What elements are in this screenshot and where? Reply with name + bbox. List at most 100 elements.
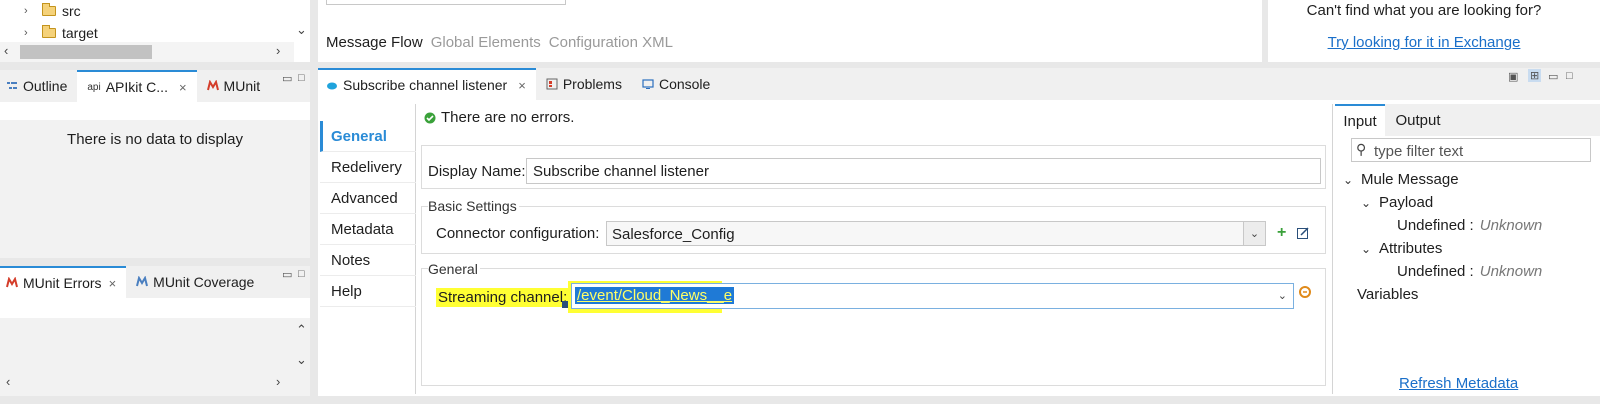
tab-munit-coverage[interactable]: MUnit Coverage bbox=[126, 266, 264, 298]
tab-label: Subscribe channel listener bbox=[343, 77, 508, 93]
scroll-up-icon[interactable]: ⌃ bbox=[296, 322, 307, 338]
maximize-icon[interactable]: □ bbox=[1566, 70, 1573, 82]
tab-console[interactable]: Console bbox=[632, 68, 720, 100]
connector-value: Salesforce_Config bbox=[612, 226, 735, 243]
outline-panel bbox=[0, 102, 310, 120]
close-icon[interactable]: × bbox=[518, 78, 526, 93]
tab-output[interactable]: Output bbox=[1385, 104, 1451, 136]
tab-outline[interactable]: Outline bbox=[0, 70, 77, 102]
tab-munit[interactable]: MUnit bbox=[197, 70, 271, 102]
minimize-icon[interactable]: ▭ bbox=[282, 268, 292, 281]
tree-payload[interactable]: ⌄ Payload bbox=[1361, 194, 1433, 211]
display-name-label: Display Name: bbox=[428, 163, 526, 180]
refresh-metadata-link[interactable]: Refresh Metadata bbox=[1399, 375, 1518, 392]
connector-label: Connector configuration: bbox=[436, 225, 600, 242]
munit-content: ⌃ ⌄ ‹ › bbox=[0, 318, 310, 396]
scroll-left-icon[interactable]: ‹ bbox=[4, 43, 8, 58]
tab-label: APIkit C... bbox=[105, 79, 168, 95]
minimize-icon[interactable]: ▭ bbox=[1548, 70, 1558, 83]
status-row: There are no errors. bbox=[424, 109, 574, 126]
tree-label: Mule Message bbox=[1361, 171, 1459, 188]
properties-tab-strip: Subscribe channel listener × Problems Co… bbox=[318, 68, 1600, 100]
tab-label: Problems bbox=[562, 76, 622, 92]
vertical-splitter[interactable] bbox=[310, 0, 318, 404]
streaming-channel-select[interactable]: /event/Cloud_News__e ⌄ bbox=[571, 283, 1294, 309]
console-icon bbox=[642, 79, 654, 89]
close-icon[interactable]: × bbox=[179, 80, 187, 95]
scroll-down-icon[interactable]: ⌄ bbox=[296, 22, 307, 38]
editor-tabs: Message Flow Global Elements Configurati… bbox=[326, 34, 673, 51]
streaming-channel-value: /event/Cloud_News__e bbox=[575, 287, 735, 304]
tree-item-src[interactable]: › src bbox=[24, 0, 81, 22]
chevron-right-icon[interactable]: › bbox=[24, 27, 36, 39]
project-explorer: › src › target ⌄ ‹ › bbox=[0, 0, 310, 62]
chevron-right-icon[interactable]: › bbox=[24, 5, 36, 17]
tree-attributes[interactable]: ⌄ Attributes bbox=[1361, 240, 1442, 257]
outline-icon bbox=[7, 82, 17, 89]
metadata-panel: Input Output ⚲ type filter text ⌄ Mule M… bbox=[1332, 104, 1600, 394]
scroll-down-icon[interactable]: ⌄ bbox=[296, 352, 307, 368]
save-icon[interactable]: ▣ bbox=[1508, 70, 1518, 83]
tab-label: MUnit bbox=[223, 78, 261, 94]
folder-icon bbox=[42, 25, 56, 38]
folder-icon bbox=[42, 3, 56, 16]
chevron-down-icon[interactable]: ⌄ bbox=[1243, 222, 1265, 245]
close-icon[interactable]: × bbox=[109, 276, 117, 291]
tree-mule-message[interactable]: ⌄ Mule Message bbox=[1343, 171, 1459, 188]
add-config-icon[interactable]: + bbox=[1277, 224, 1286, 242]
check-circle-icon bbox=[424, 112, 436, 123]
nav-help[interactable]: Help bbox=[320, 276, 416, 307]
munit-icon bbox=[206, 80, 219, 91]
display-name-field[interactable]: Subscribe channel listener bbox=[526, 158, 1321, 184]
minimize-icon[interactable]: ▭ bbox=[282, 72, 292, 85]
edit-config-icon[interactable] bbox=[1297, 227, 1310, 239]
scroll-right-icon[interactable]: › bbox=[276, 374, 280, 389]
empty-message: There is no data to display bbox=[67, 131, 243, 148]
tab-input[interactable]: Input bbox=[1335, 104, 1385, 136]
metadata-filter-input[interactable]: ⚲ type filter text bbox=[1351, 138, 1591, 162]
tab-label: MUnit Errors bbox=[23, 275, 102, 291]
tab-munit-errors[interactable]: MUnit Errors × bbox=[0, 266, 127, 298]
tree-attributes-value: Undefined : Unknown bbox=[1397, 263, 1542, 280]
tree-variables[interactable]: Variables bbox=[1357, 286, 1418, 303]
nav-metadata[interactable]: Metadata bbox=[320, 214, 416, 245]
nav-notes[interactable]: Notes bbox=[320, 245, 416, 276]
tree-label: Attributes bbox=[1379, 240, 1443, 257]
scroll-left-icon[interactable]: ‹ bbox=[6, 374, 10, 389]
tab-subscribe-channel-listener[interactable]: Subscribe channel listener × bbox=[318, 68, 536, 100]
bottom-gutter bbox=[0, 396, 1600, 404]
munit-coverage-icon bbox=[136, 276, 149, 287]
expression-icon[interactable] bbox=[1298, 285, 1312, 299]
horizontal-scrollbar[interactable]: ‹ › bbox=[0, 42, 294, 62]
tab-configuration-xml[interactable]: Configuration XML bbox=[549, 34, 673, 51]
outline-content: There is no data to display bbox=[0, 120, 310, 258]
tree-type: Unknown bbox=[1479, 217, 1543, 234]
tree-item-label: src bbox=[62, 3, 81, 19]
outline-tab-strip: Outline api APIkit C... × MUnit ▭ □ bbox=[0, 70, 310, 102]
tab-label: Outline bbox=[23, 78, 68, 94]
tree-view-icon[interactable]: ⊞ bbox=[1528, 69, 1542, 82]
tree-item-target[interactable]: › target bbox=[24, 22, 98, 44]
basic-settings-title: Basic Settings bbox=[428, 198, 519, 214]
chevron-down-icon[interactable]: ⌄ bbox=[1343, 173, 1355, 187]
scroll-right-icon[interactable]: › bbox=[276, 43, 280, 58]
tab-apikit[interactable]: api APIkit C... × bbox=[77, 70, 197, 102]
tab-problems[interactable]: Problems bbox=[536, 68, 632, 100]
nav-redelivery[interactable]: Redelivery bbox=[320, 152, 416, 183]
maximize-icon[interactable]: □ bbox=[298, 72, 305, 84]
maximize-icon[interactable]: □ bbox=[298, 268, 305, 280]
tree-value: Undefined : bbox=[1397, 263, 1474, 280]
tree-label: Payload bbox=[1379, 194, 1434, 211]
exchange-link[interactable]: Try looking for it in Exchange bbox=[1268, 34, 1580, 51]
nav-general[interactable]: General bbox=[320, 121, 416, 152]
tab-global-elements[interactable]: Global Elements bbox=[431, 34, 541, 51]
chevron-down-icon[interactable]: ⌄ bbox=[1278, 289, 1287, 302]
status-text: There are no errors. bbox=[441, 109, 575, 126]
scrollbar-thumb[interactable] bbox=[20, 45, 152, 59]
nav-advanced[interactable]: Advanced bbox=[320, 183, 416, 214]
chevron-down-icon[interactable]: ⌄ bbox=[1361, 242, 1373, 256]
chevron-down-icon[interactable]: ⌄ bbox=[1361, 196, 1373, 210]
munit-panel-top bbox=[0, 298, 310, 318]
tab-message-flow[interactable]: Message Flow bbox=[326, 34, 423, 51]
connector-select[interactable]: Salesforce_Config ⌄ bbox=[606, 221, 1266, 246]
